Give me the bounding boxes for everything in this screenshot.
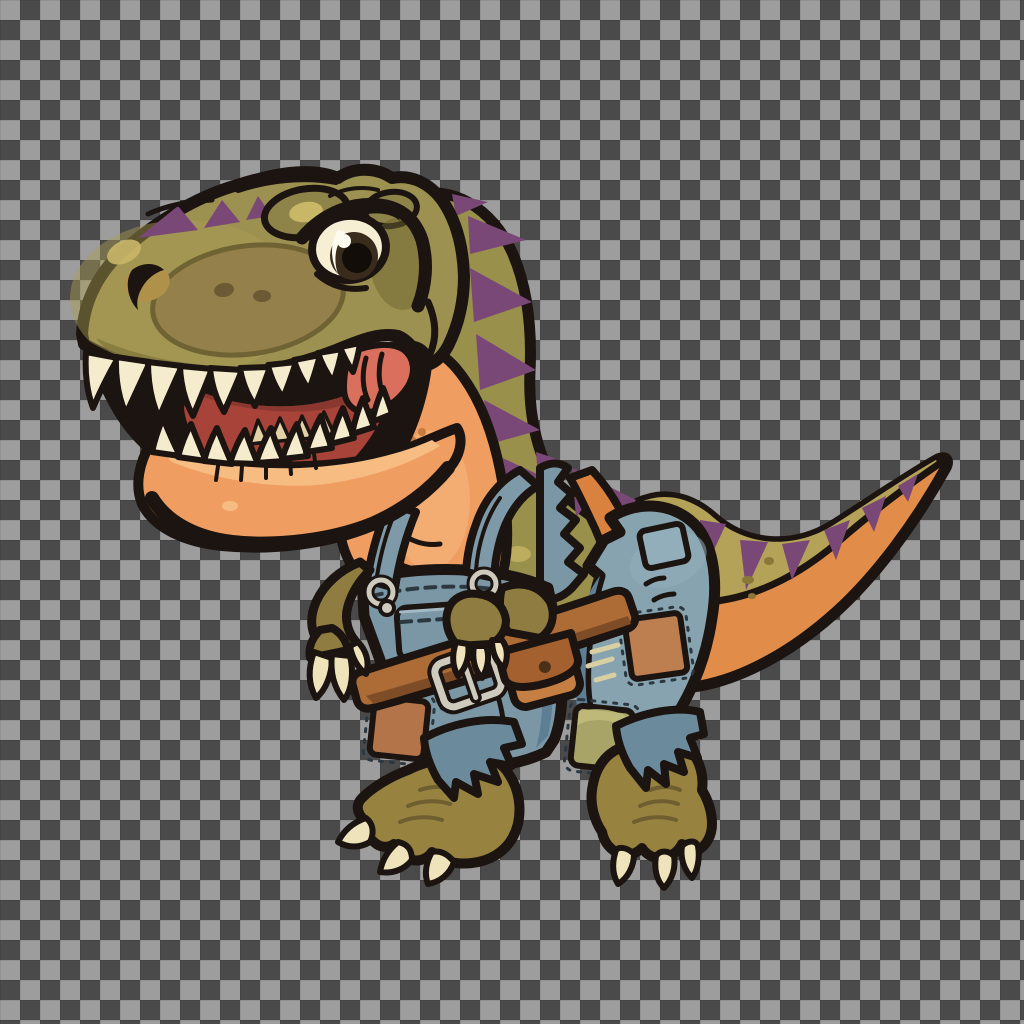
head — [70, 170, 464, 548]
page: { "image": { "title": "Cartoon T-Rex wea… — [0, 0, 1024, 1024]
left-leg — [338, 720, 522, 884]
right-leg — [563, 506, 714, 888]
transparency-checkerboard: Cartoon T-Rex wearing patched denim over… — [0, 0, 1024, 1024]
trex-sticker-illustration: Cartoon T-Rex wearing patched denim over… — [0, 0, 1024, 1024]
back-pocket — [639, 523, 690, 569]
chin-highlight — [222, 501, 238, 511]
